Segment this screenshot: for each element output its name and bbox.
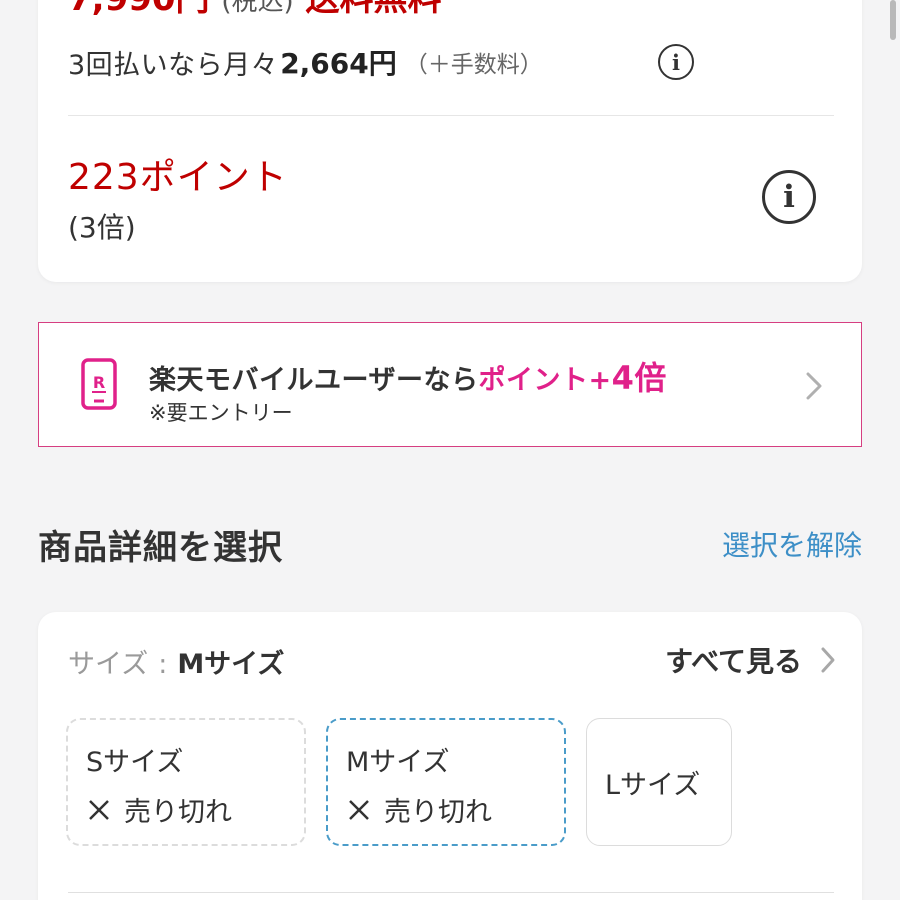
installment-info-icon[interactable]: i: [658, 44, 694, 80]
size-option-status: 売り切れ: [88, 790, 232, 829]
soldout-label: 売り切れ: [384, 797, 492, 828]
rakuten-phone-icon: R: [81, 358, 117, 410]
shipping-label: 送料無料: [306, 0, 442, 16]
installment-row: 3回払いなら月々 2,664円 （＋手数料）: [68, 40, 543, 84]
installment-prefix: 3回払いなら月々: [68, 49, 279, 81]
size-option-status: 売り切れ: [348, 790, 492, 829]
chevron-right-icon: [806, 372, 822, 400]
size-label: サイズ: [68, 649, 149, 680]
chevron-right-icon: [821, 647, 835, 673]
x-icon: [349, 799, 369, 820]
clear-selection-link[interactable]: 選択を解除: [722, 524, 862, 564]
size-option-name: Lサイズ: [605, 770, 701, 801]
see-all-label: すべて見る: [665, 645, 802, 678]
size-label-row: サイズ: Mサイズ: [68, 642, 284, 681]
size-option-l[interactable]: Lサイズ: [586, 718, 732, 846]
selected-size: Mサイズ: [177, 649, 285, 680]
see-all-button[interactable]: すべて見る: [665, 640, 836, 680]
price-tax-note: (税込): [221, 0, 294, 16]
points-multiplier: (3倍): [68, 211, 136, 244]
banner-entry-note: ※要エントリー: [149, 401, 293, 425]
x-icon: [89, 799, 109, 820]
points-info-icon[interactable]: i: [762, 170, 816, 224]
soldout-label: 売り切れ: [124, 797, 232, 828]
size-option-name: Sサイズ: [86, 747, 184, 778]
divider: [68, 115, 834, 116]
price-card: 7,990円 (税込) 送料無料 3回払いなら月々 2,664円 （＋手数料） …: [38, 0, 862, 282]
svg-text:R: R: [93, 373, 105, 392]
banner-highlight-multiplier: 4倍: [611, 359, 667, 397]
banner-highlight: ポイント+4倍: [478, 359, 666, 397]
size-selector-card: サイズ: Mサイズ すべて見る Sサイズ 売り切れ Mサイズ 売り切れ Lサイズ: [38, 612, 862, 900]
scrollbar[interactable]: [890, 0, 896, 40]
installment-amount: 2,664円: [280, 47, 397, 80]
size-option-m[interactable]: Mサイズ 売り切れ: [326, 718, 566, 846]
banner-highlight-text: ポイント+: [478, 365, 612, 396]
size-option-s[interactable]: Sサイズ 売り切れ: [66, 718, 306, 846]
price-line: 7,990円 (税込) 送料無料: [68, 0, 442, 16]
banner-main-text: 楽天モバイルユーザーならポイント+4倍: [149, 353, 667, 399]
rakuten-mobile-banner[interactable]: R 楽天モバイルユーザーならポイント+4倍 ※要エントリー: [38, 322, 862, 447]
size-option-name: Mサイズ: [346, 747, 450, 778]
price-value: 7,990円: [68, 0, 210, 16]
divider: [68, 892, 834, 893]
points-value: 223ポイント: [68, 157, 288, 198]
section-title: 商品詳細を選択: [38, 528, 283, 568]
product-page: 7,990円 (税込) 送料無料 3回払いなら月々 2,664円 （＋手数料） …: [0, 0, 900, 900]
installment-fee: （＋手数料）: [404, 52, 543, 78]
banner-lead: 楽天モバイルユーザーなら: [149, 365, 479, 396]
size-separator: :: [158, 649, 168, 680]
